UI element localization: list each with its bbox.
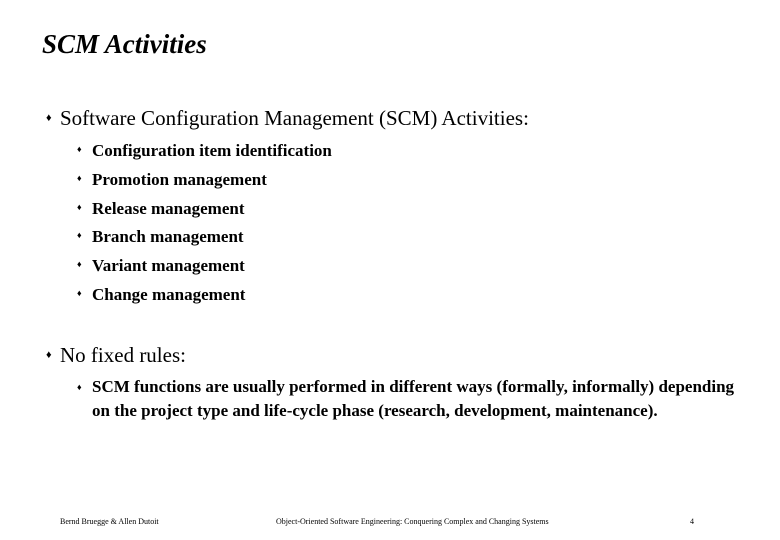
sub-bullet-text: Configuration item identification	[92, 141, 332, 160]
diamond-bullet-icon: ♦	[77, 382, 82, 392]
diamond-bullet-icon: ♦	[46, 349, 52, 362]
diamond-bullet-icon: ♦	[77, 229, 82, 240]
sub-bullet: ♦ Configuration item identification	[77, 136, 332, 167]
sub-bullet-text: Promotion management	[92, 170, 267, 189]
sub-bullet: ♦ Variant management	[77, 251, 245, 282]
diamond-bullet-icon: ♦	[46, 112, 52, 125]
bullet-text: Software Configuration Management (SCM) …	[60, 106, 529, 130]
sub-bullet-paragraph: ♦ SCM functions are usually performed in…	[77, 375, 737, 423]
sub-bullet-text: Variant management	[92, 256, 245, 275]
diamond-bullet-icon: ♦	[77, 287, 82, 298]
bullet-scm-activities: ♦ Software Configuration Management (SCM)…	[46, 104, 529, 134]
slide-title: SCM Activities	[42, 29, 207, 59]
sub-bullet-text: Branch management	[92, 227, 244, 246]
sub-bullet: ♦ Branch management	[77, 222, 244, 253]
sub-bullet-text: SCM functions are usually performed in d…	[92, 377, 735, 420]
sub-bullet: ♦ Change management	[77, 280, 245, 311]
footer-book-title: Object-Oriented Software Engineering: Co…	[276, 517, 549, 526]
footer-page-number: 4	[690, 517, 694, 526]
sub-bullet: ♦ Release management	[77, 194, 245, 225]
bullet-text: No fixed rules:	[60, 343, 186, 367]
sub-bullet-text: Change management	[92, 285, 246, 304]
diamond-bullet-icon: ♦	[77, 143, 82, 154]
bullet-no-fixed-rules: ♦ No fixed rules:	[46, 341, 186, 371]
sub-bullet-text: Release management	[92, 199, 245, 218]
sub-bullet: ♦ Promotion management	[77, 165, 267, 196]
diamond-bullet-icon: ♦	[77, 172, 82, 183]
diamond-bullet-icon: ♦	[77, 201, 82, 212]
diamond-bullet-icon: ♦	[77, 258, 82, 269]
footer-authors: Bernd Bruegge & Allen Dutoit	[60, 517, 159, 526]
